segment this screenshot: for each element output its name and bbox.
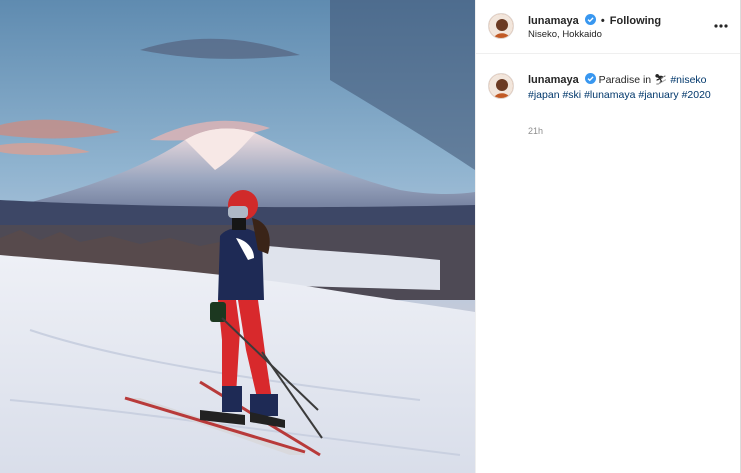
ski-photo-image [0,0,475,473]
hashtag-link[interactable]: #ski [562,89,581,101]
verified-badge-icon [584,14,596,25]
avatar[interactable] [488,73,514,99]
hashtag-link[interactable]: #2020 [682,89,711,101]
post-photo[interactable] [0,0,475,473]
hashtag-link[interactable]: #japan [528,89,560,101]
caption-username-link[interactable]: lunamaya [528,74,579,86]
hashtag-link[interactable]: #january [638,89,678,101]
post-sidebar: lunamaya • Following Niseko, Hokkaido lu… [475,0,741,473]
post-header: lunamaya • Following Niseko, Hokkaido [476,0,741,54]
more-options-icon[interactable] [713,18,729,34]
user-avatar-icon [489,14,513,38]
verified-badge-icon [584,73,596,84]
avatar[interactable] [488,13,514,39]
location-link[interactable]: Niseko, Hokkaido [528,29,602,40]
username-link[interactable]: lunamaya [528,15,579,27]
caption-text: lunamaya Paradise in ⛷ #niseko #japan #s… [528,73,718,103]
hashtag-link[interactable]: #lunamaya [584,89,635,101]
header-line: lunamaya • Following [528,14,661,27]
caption-body: Paradise in [598,74,652,86]
post-timestamp[interactable]: 21h [528,126,543,136]
user-avatar-icon [489,74,513,98]
skier-emoji-icon: ⛷ [654,74,668,86]
following-button[interactable]: Following [610,15,661,27]
hashtag-link[interactable]: #niseko [670,74,706,86]
separator-dot: • [600,15,605,27]
